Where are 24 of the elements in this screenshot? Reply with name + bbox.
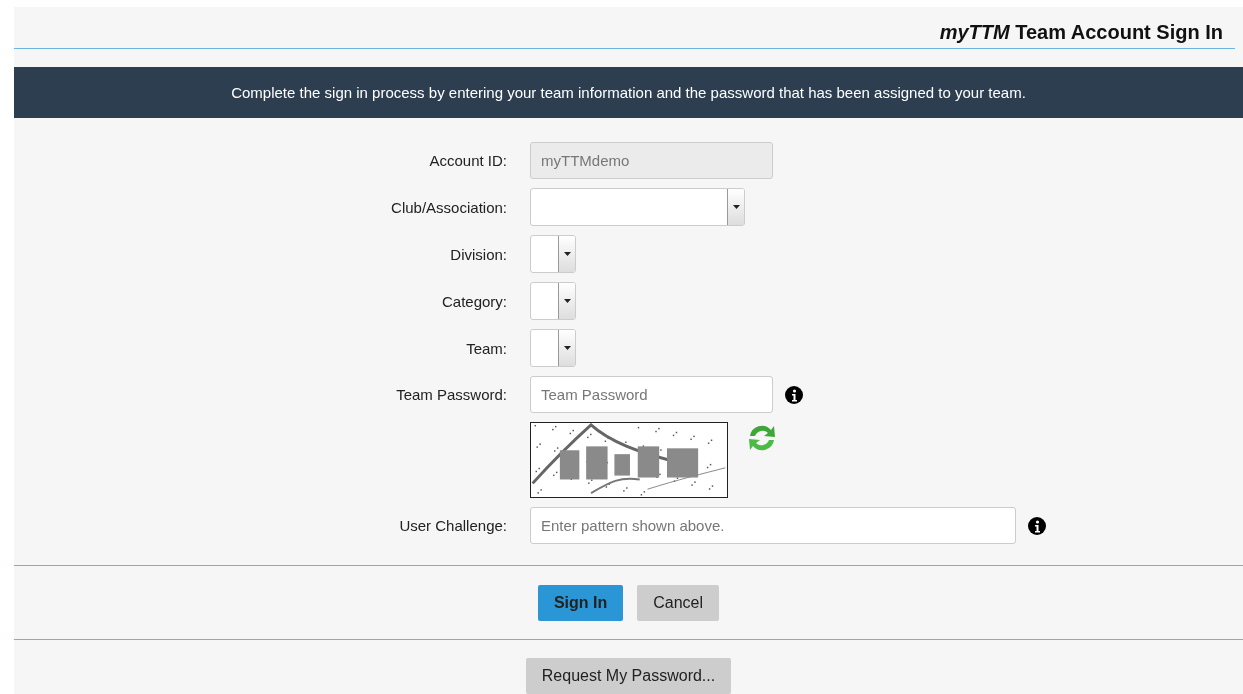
instruction-banner: Complete the sign in process by entering your team information and the password that has been assigned to your team. — [14, 67, 1243, 119]
dropdown[interactable] — [530, 329, 576, 368]
info-icon[interactable] — [1028, 516, 1046, 535]
field-label: Team Password: — [396, 386, 507, 404]
cancel-button[interactable]: Cancel — [637, 585, 720, 621]
field-label: Division: — [450, 245, 507, 263]
dropdown[interactable] — [530, 235, 576, 274]
dropdown[interactable] — [530, 188, 745, 227]
field-label: Account ID: — [429, 152, 507, 170]
caret-icon — [563, 346, 571, 351]
field-label: Club/Association: — [391, 198, 507, 216]
field-label: User Challenge: — [399, 517, 507, 535]
caret-icon — [732, 205, 740, 210]
request-password-button[interactable]: Request My Password... — [525, 658, 732, 694]
page-title: myTTM Team Account Sign In — [939, 21, 1223, 44]
caret-icon — [563, 299, 571, 304]
caret-icon — [563, 252, 571, 257]
info-icon[interactable] — [785, 385, 803, 404]
input-field[interactable]: Enter pattern shown above. — [530, 507, 1016, 545]
field-label: Team: — [466, 339, 507, 357]
input-field[interactable]: Team Password — [530, 376, 773, 414]
field-label: Category: — [441, 292, 507, 310]
dropdown[interactable] — [530, 282, 576, 321]
sign-in-button[interactable]: Sign In — [537, 585, 624, 621]
